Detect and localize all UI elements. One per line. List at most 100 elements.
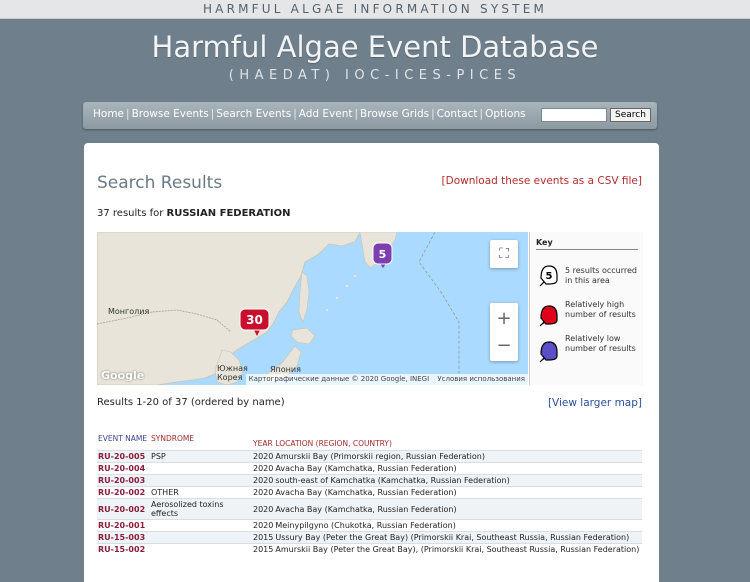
results-count: 37 results for [97, 208, 164, 219]
event-syndrome: OTHER [150, 486, 252, 499]
nav-separator: | [431, 108, 435, 120]
events-table: EVENT NAME SYNDROME YEAR LOCATION (REGIO… [97, 432, 642, 556]
event-id-link[interactable]: RU-20-005 [97, 450, 150, 463]
event-year: 2020 [252, 486, 275, 499]
event-id-link[interactable]: RU-20-004 [97, 462, 150, 475]
event-location: Avacha Bay (Kamchatka, Russian Federatio… [274, 498, 642, 520]
event-year: 2020 [252, 450, 275, 463]
table-row: RU-20-002 Aerosolized toxins effects 202… [97, 498, 642, 520]
event-id-link[interactable]: RU-20-001 [97, 519, 150, 532]
svg-text:30: 30 [246, 313, 263, 327]
key-markers: 5 [539, 265, 558, 363]
map-terms-link[interactable]: Условия использования [437, 375, 525, 383]
event-location: Amurskii Bay (Peter the Great Bay), (Pri… [274, 543, 642, 556]
map-data-attribution: Картографические данные © 2020 Google, I… [248, 375, 430, 383]
map-attribution[interactable]: Картографические данные © 2020 Google, I… [245, 374, 528, 385]
event-year: 2015 [252, 531, 275, 544]
table-row: RU-20-003 2020 south-east of Kamchatka (… [97, 474, 642, 487]
event-location: Avacha Bay (Kamchatka, Russian Federatio… [274, 462, 642, 475]
event-id-link[interactable]: RU-20-002 [97, 486, 150, 499]
google-logo: Google [101, 369, 145, 382]
nav-browse-events[interactable]: Browse Events [132, 108, 209, 120]
nav-home[interactable]: Home [93, 108, 124, 120]
key-text-count: 5 results occurred in this area [565, 266, 637, 285]
event-syndrome: Aerosolized toxins effects [150, 498, 252, 520]
event-syndrome: PSP [150, 450, 252, 463]
key-marker-high-icon [539, 305, 558, 327]
event-location: Amurskii Bay (Primorskii region, Russian… [274, 450, 642, 463]
col-location[interactable]: LOCATION (REGION, COUNTRY) [274, 432, 642, 451]
event-year: 2015 [252, 543, 275, 556]
event-syndrome [150, 462, 252, 475]
col-event-name[interactable]: EVENT NAME [97, 432, 150, 451]
map-label-japan: Япония [270, 365, 301, 374]
fullscreen-button[interactable]: ⛶ [490, 240, 518, 268]
map-label-mongolia: Монголия [108, 307, 150, 316]
event-year: 2020 [252, 474, 275, 487]
search-input[interactable] [541, 108, 607, 122]
key-text-high: Relatively high number of results [565, 300, 636, 319]
nav-search-events[interactable]: Search Events [216, 108, 291, 120]
table-row: RU-20-001 2020 Meinypilgyno (Chukotka, R… [97, 519, 642, 532]
event-syndrome [150, 474, 252, 487]
results-range: Results 1-20 of 37 (ordered by name) [97, 397, 285, 408]
site-title[interactable]: Harmful Algae Event Database [0, 30, 750, 64]
nav-contact[interactable]: Contact [437, 108, 478, 120]
map-land: 30 5 [97, 232, 528, 385]
results-map[interactable]: 30 5 Монголия Южная Корея Япония Google … [97, 232, 528, 385]
key-marker-low-icon [539, 341, 558, 363]
search-button[interactable]: Search [610, 108, 651, 122]
event-year: 2020 [252, 462, 275, 475]
nav-add-event[interactable]: Add Event [299, 108, 353, 120]
zoom-in-button[interactable]: + [496, 305, 511, 333]
zoom-out-button[interactable]: − [496, 333, 511, 359]
event-id-link[interactable]: RU-15-003 [97, 531, 150, 544]
nav-separator: | [126, 108, 130, 120]
event-syndrome [150, 531, 252, 544]
page-title: Search Results [97, 173, 223, 193]
event-id-link[interactable]: RU-20-002 [97, 498, 150, 520]
site-subtitle: (HAEDAT) IOC-ICES-PICES [228, 68, 522, 83]
key-text-low: Relatively low number of results [565, 334, 636, 353]
download-csv-link[interactable]: [Download these events as a CSV file] [442, 175, 642, 187]
results-summary: 37 results for RUSSIAN FEDERATION [97, 208, 291, 219]
nav-separator: | [293, 108, 297, 120]
key-title: Key [536, 238, 553, 247]
table-row: RU-15-003 2015 Ussury Bay (Peter the Gre… [97, 531, 642, 544]
nav-options[interactable]: Options [485, 108, 526, 120]
event-id-link[interactable]: RU-20-003 [97, 474, 150, 487]
table-row: RU-20-005 PSP 2020 Amurskii Bay (Primors… [97, 450, 642, 463]
event-location: Avacha Bay (Kamchatka, Russian Federatio… [274, 486, 642, 499]
system-banner: HARMFUL ALGAE INFORMATION SYSTEM [0, 0, 750, 19]
event-location: south-east of Kamchatka (Kamchatka, Russ… [274, 474, 642, 487]
table-header-row: EVENT NAME SYNDROME YEAR LOCATION (REGIO… [97, 432, 642, 451]
fullscreen-icon: ⛶ [499, 246, 509, 262]
map-label-korea: Южная Корея [217, 364, 248, 382]
col-syndrome[interactable]: SYNDROME [150, 432, 252, 451]
view-larger-map-link[interactable]: [View larger map] [548, 397, 642, 409]
event-year: 2020 [252, 519, 275, 532]
nav-separator: | [479, 108, 484, 120]
key-marker-count-icon: 5 [539, 265, 558, 287]
zoom-control: + − [490, 303, 518, 361]
table-row: RU-20-004 2020 Avacha Bay (Kamchatka, Ru… [97, 462, 642, 475]
event-syndrome [150, 519, 252, 532]
table-row: RU-15-002 2015 Amurskii Bay (Peter the G… [97, 543, 642, 556]
content-panel: Search Results [Download these events as… [84, 143, 659, 582]
nav-browse-grids[interactable]: Browse Grids [360, 108, 429, 120]
map-key: Key 5 5 results occurred in this area Re… [529, 232, 643, 385]
key-marker-count: 5 [546, 271, 553, 282]
main-nav: Home | Browse Events | Search Events | Add Eve… [83, 102, 657, 129]
results-country: RUSSIAN FEDERATION [166, 208, 291, 219]
event-location: Ussury Bay (Peter the Great Bay) (Primor… [274, 531, 642, 544]
event-location: Meinypilgyno (Chukotka, Russian Federati… [274, 519, 642, 532]
table-row: RU-20-002 OTHER 2020 Avacha Bay (Kamchat… [97, 486, 642, 499]
event-syndrome [150, 543, 252, 556]
nav-separator: | [354, 108, 359, 120]
svg-text:5: 5 [379, 248, 387, 261]
event-year: 2020 [252, 498, 275, 520]
key-divider [536, 249, 638, 250]
nav-links: Home | Browse Events | Search Events | Add Eve… [93, 108, 526, 120]
event-id-link[interactable]: RU-15-002 [97, 543, 150, 556]
col-year[interactable]: YEAR [252, 432, 274, 451]
